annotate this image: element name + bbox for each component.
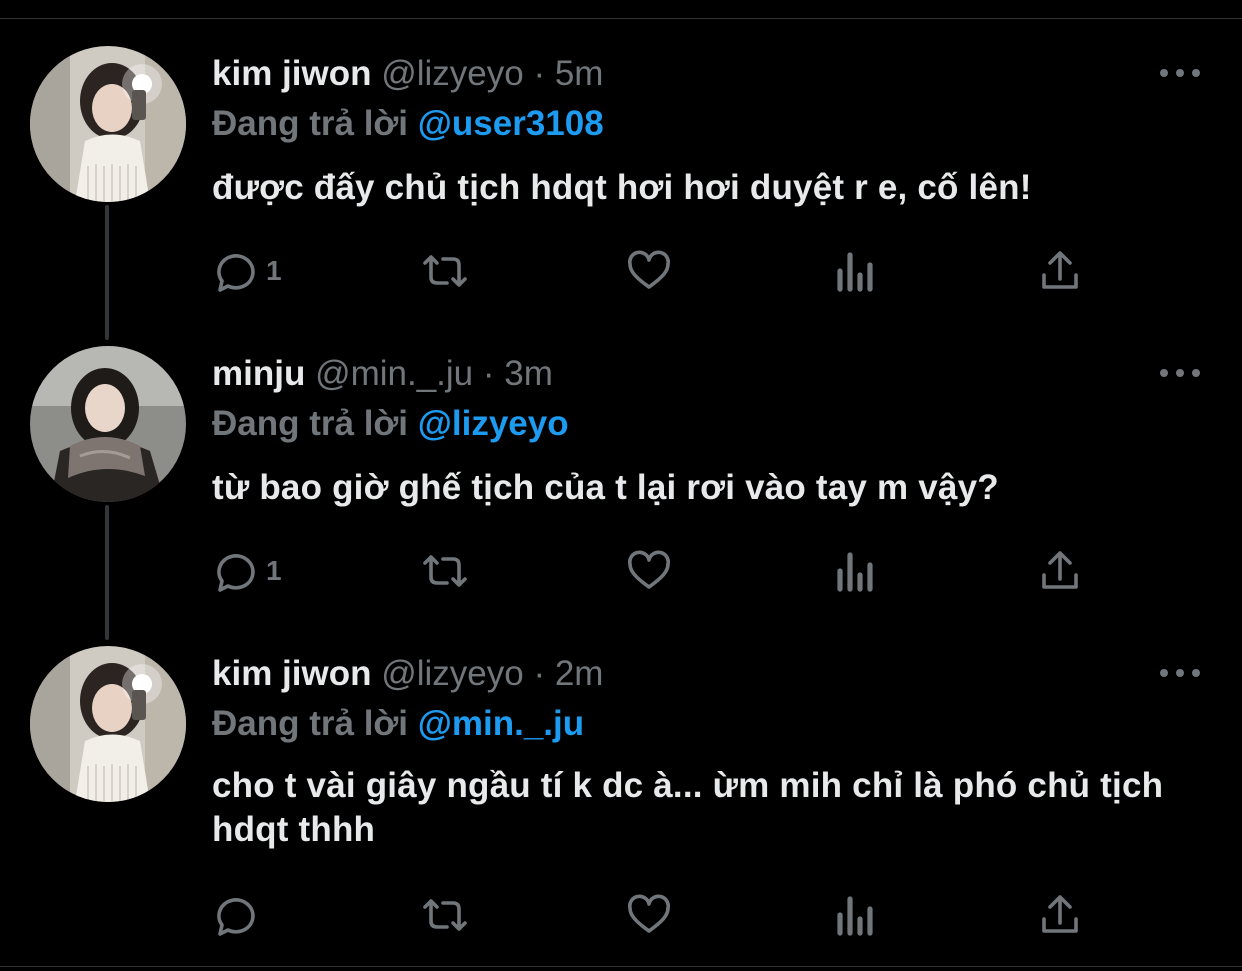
share-icon	[1042, 895, 1078, 933]
more-icon[interactable]	[1160, 663, 1200, 683]
like-icon	[628, 894, 670, 933]
avatar[interactable]	[30, 646, 186, 802]
reply-button[interactable]	[212, 890, 266, 940]
replying-to-label: Đang trả lời	[212, 704, 409, 743]
reply-icon	[217, 898, 255, 936]
user-handle[interactable]: @lizyeyo	[381, 654, 524, 693]
tweet[interactable]: kim jiwon @lizyeyo · 2m Đang trả lời @mi…	[0, 0, 1242, 960]
bottom-divider	[0, 966, 1242, 967]
retweet-button[interactable]	[417, 890, 473, 940]
retweet-icon	[423, 899, 467, 931]
views-button[interactable]	[834, 890, 878, 940]
timestamp[interactable]: 2m	[555, 654, 604, 693]
like-button[interactable]	[624, 890, 674, 940]
share-button[interactable]	[1038, 890, 1082, 940]
replying-to: Đang trả lời @min._.ju	[212, 704, 584, 744]
views-icon	[837, 896, 873, 936]
tweet-text: cho t vài giây ngầu tí k dc à... ừm mih …	[212, 766, 1164, 849]
action-bar	[212, 890, 1092, 940]
separator-dot: ·	[533, 654, 546, 693]
tweet-header: kim jiwon @lizyeyo · 2m	[212, 654, 603, 694]
display-name[interactable]: kim jiwon	[212, 654, 371, 693]
mention-link[interactable]: @min._.ju	[418, 704, 584, 743]
